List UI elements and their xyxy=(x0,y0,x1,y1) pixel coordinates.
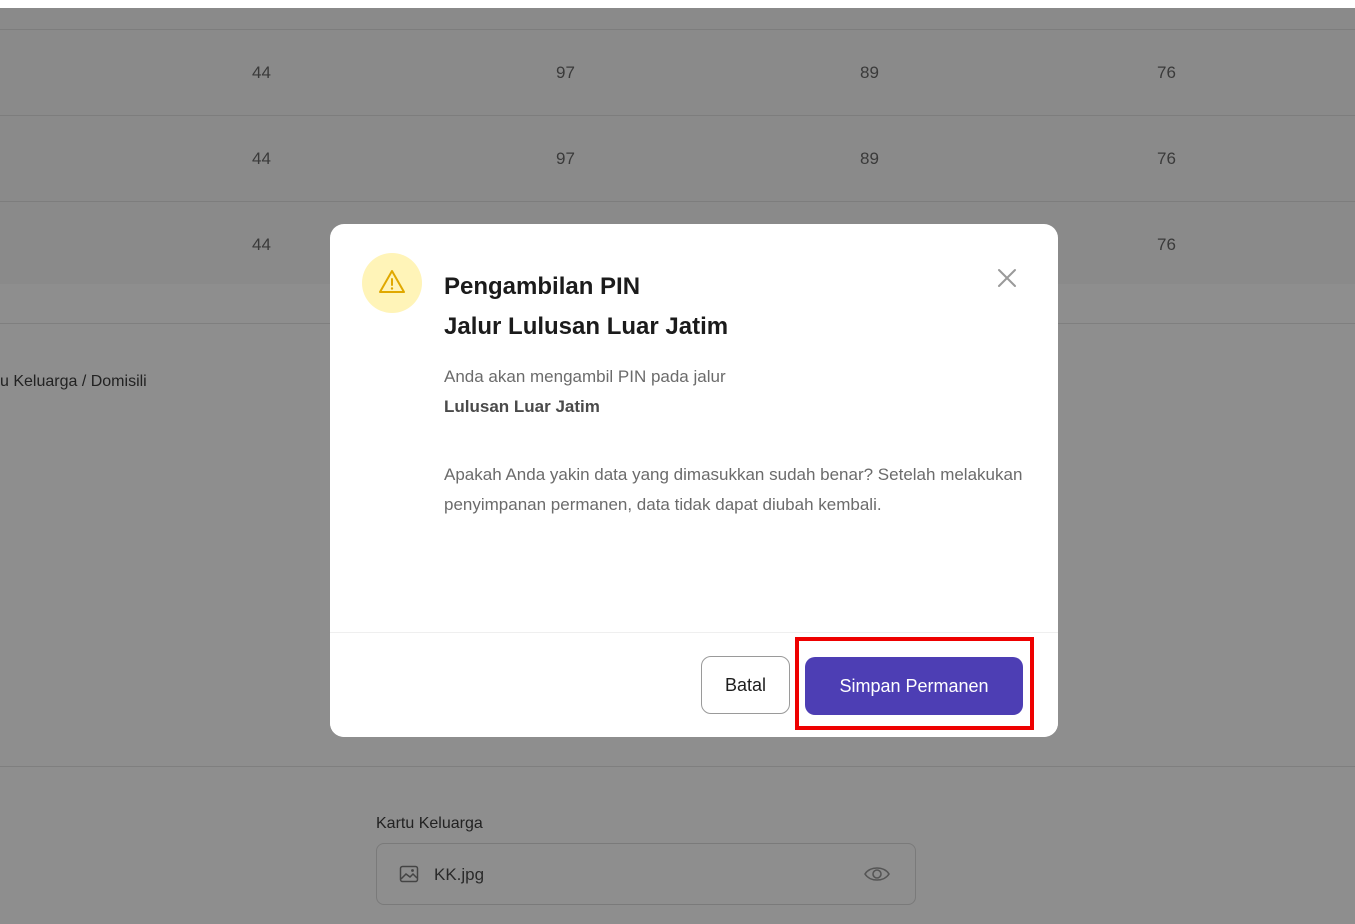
eye-icon[interactable] xyxy=(863,863,891,885)
section-divider xyxy=(0,766,1355,767)
table-cell: 89 xyxy=(860,149,879,168)
dialog-title-line2: Jalur Lulusan Luar Jatim xyxy=(444,313,729,340)
table-cell: 44 xyxy=(252,149,271,168)
dialog-jalur-name: Lulusan Luar Jatim xyxy=(444,397,600,416)
table-cell: 97 xyxy=(556,149,575,168)
save-permanent-button[interactable]: Simpan Permanen xyxy=(805,657,1023,715)
dialog-footer: Batal Simpan Permanen xyxy=(330,632,1058,737)
kk-label: Kartu Keluarga xyxy=(376,815,483,832)
dialog-message-intro: Anda akan mengambil PIN pada jalur xyxy=(444,367,726,386)
cancel-button[interactable]: Batal xyxy=(701,656,790,714)
dialog-title-line1: Pengambilan PIN xyxy=(444,273,641,300)
table-row: 44 97 89 76 xyxy=(0,29,1355,116)
confirm-dialog: Pengambilan PIN Jalur Lulusan Luar Jatim… xyxy=(330,224,1058,737)
warning-icon xyxy=(379,270,405,293)
close-icon[interactable] xyxy=(994,265,1020,291)
section-label-domisili: u Keluarga / Domisili xyxy=(0,373,147,390)
warning-badge xyxy=(362,253,422,313)
table-cell: 44 xyxy=(252,63,271,82)
table-cell: 76 xyxy=(1157,235,1176,254)
table-cell: 97 xyxy=(556,63,575,82)
kk-file-field[interactable]: KK.jpg xyxy=(376,843,916,905)
table-cell: 76 xyxy=(1157,63,1176,82)
kk-file-name: KK.jpg xyxy=(434,865,485,884)
dialog-message: Anda akan mengambil PIN pada jalur Lulus… xyxy=(444,362,1044,520)
table-cell: 44 xyxy=(252,235,271,254)
page-top-strip xyxy=(0,0,1355,8)
table-cell: 76 xyxy=(1157,149,1176,168)
dialog-confirm-text: Apakah Anda yakin data yang dimasukkan s… xyxy=(444,465,1023,514)
table-cell: 89 xyxy=(860,63,879,82)
dialog-title: Pengambilan PIN Jalur Lulusan Luar Jatim xyxy=(444,267,964,347)
table-row: 44 97 89 76 xyxy=(0,115,1355,202)
image-icon xyxy=(399,865,419,883)
